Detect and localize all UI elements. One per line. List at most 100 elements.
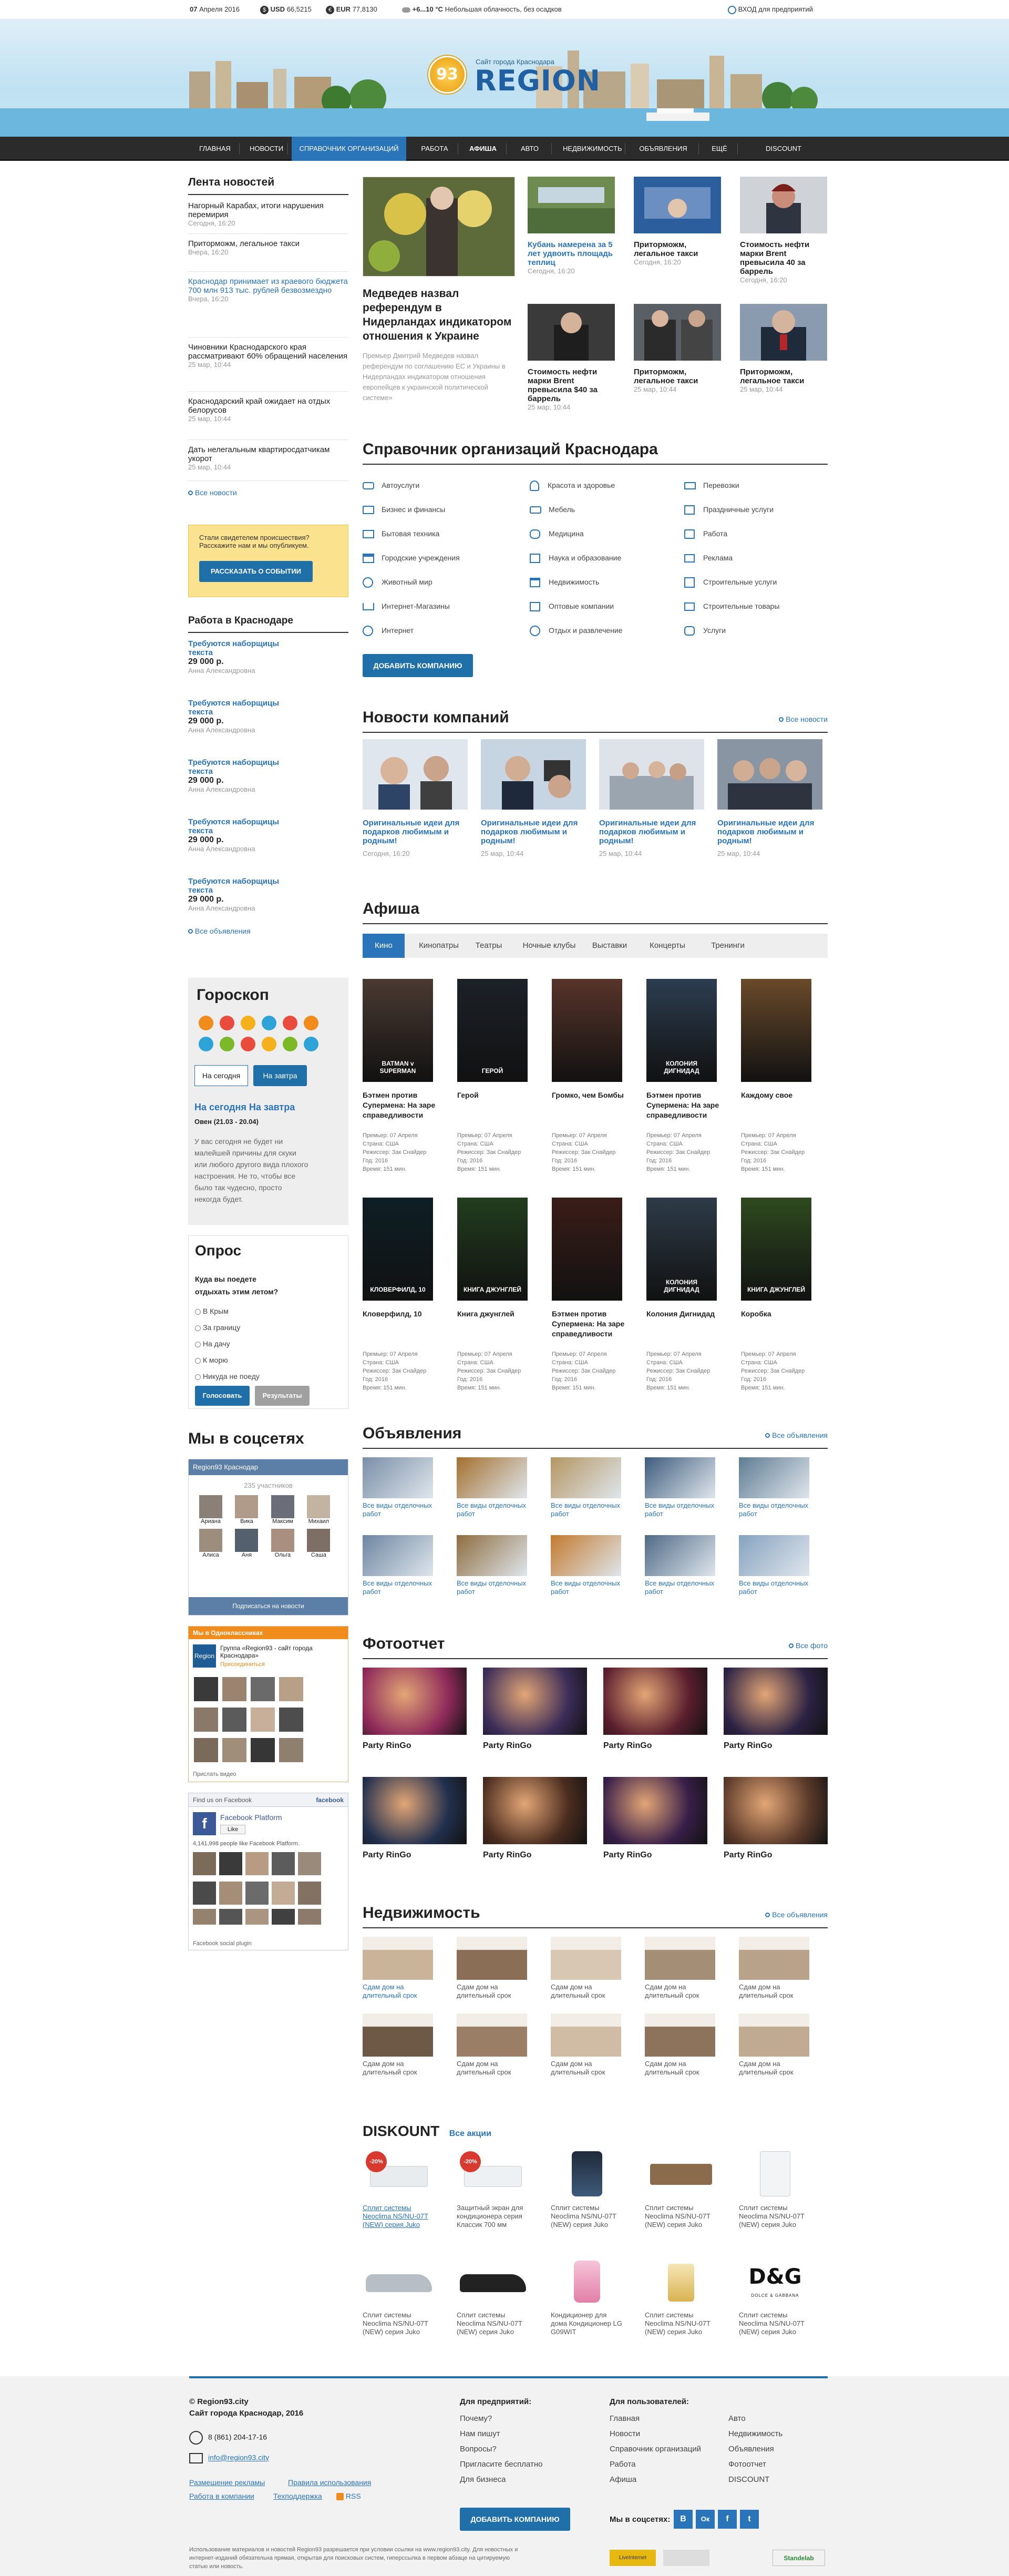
movie-card[interactable]: КНИГА ДЖУНГЛЕЙ Коробка Премьер: 07 Апреля С…: [741, 1198, 819, 1392]
news-card[interactable]: Приторможм, легальное такси Сегодня, 16:…: [634, 177, 721, 266]
photo-card[interactable]: Party RinGo: [724, 1777, 828, 1860]
ad-card[interactable]: Все виды отделочных работ: [457, 1535, 527, 1596]
realty-card[interactable]: Сдам дом на длительный срок: [363, 1937, 433, 2000]
afisha-tab[interactable]: Выставки: [583, 934, 636, 958]
footer-link[interactable]: Нам пишут: [460, 2426, 542, 2441]
zodiac-icons-grid[interactable]: [194, 1014, 347, 1055]
movie-poster[interactable]: ГЕРОЙ: [457, 979, 528, 1082]
footer-rss[interactable]: RSS: [336, 2492, 361, 2501]
ad-card[interactable]: Все виды отделочных работ: [739, 1457, 809, 1518]
footer-partner-logo[interactable]: Standelab: [773, 2550, 825, 2566]
ok-icon[interactable]: Ок: [696, 2510, 715, 2529]
footer-email[interactable]: info@region93.city: [189, 2453, 269, 2463]
photo-card[interactable]: Party RinGo: [603, 1668, 707, 1751]
vk-icon[interactable]: В: [674, 2510, 693, 2529]
ok-group-name[interactable]: Группа «Region93 - сайт города Краснодар…: [220, 1644, 341, 1659]
footer-link[interactable]: Работа: [610, 2457, 701, 2472]
vk-group-name[interactable]: Region93 Краснодар: [189, 1459, 348, 1475]
twitter-icon[interactable]: t: [740, 2510, 759, 2529]
movie-title[interactable]: Колония Дигнидад: [646, 1309, 724, 1350]
footer-link[interactable]: Главная: [610, 2411, 701, 2426]
main-news[interactable]: Медведев назвал референдум в Нидерландах…: [363, 177, 516, 403]
company-news-all-link[interactable]: Все новости: [779, 715, 828, 723]
movie-card[interactable]: КЛОВЕРФИЛД, 10 Кловерфилд, 10 Премьер: 07 …: [363, 1198, 440, 1392]
discount-card[interactable]: D&G DOLCE & GABBANA Сплит системы Neoclima…: [739, 2255, 811, 2336]
vk-member[interactable]: Михаил: [302, 1495, 335, 1525]
directory-item[interactable]: Красота и здоровье: [530, 473, 682, 497]
footer-link[interactable]: Пригласите бесплатно: [460, 2457, 542, 2472]
all-jobs-link[interactable]: Все объявления: [188, 927, 348, 935]
movie-poster[interactable]: [552, 979, 622, 1082]
footer-link[interactable]: Недвижимость: [728, 2426, 783, 2441]
fb-like-button[interactable]: Like: [220, 1825, 245, 1834]
photo-card[interactable]: Party RinGo: [483, 1777, 587, 1860]
vk-member[interactable]: Максим: [266, 1495, 300, 1525]
movie-card[interactable]: BATMAN v SUPERMAN Бэтмен против Супермена…: [363, 979, 440, 1173]
footer-link[interactable]: Фотоотчет: [728, 2457, 783, 2472]
realty-card[interactable]: Сдам дом на длительный срок: [645, 2013, 715, 2077]
directory-item[interactable]: Интернет-Магазины: [363, 594, 520, 618]
job-item[interactable]: Требуются наборщицы текста 29 000 р. Анн…: [188, 639, 348, 699]
nav-jobs[interactable]: РАБОТА: [413, 137, 457, 161]
news-card[interactable]: Приторможм, легальное такси 25 мар, 10:4…: [740, 304, 827, 393]
photo-card[interactable]: Party RinGo: [363, 1777, 467, 1860]
ad-card[interactable]: Все виды отделочных работ: [645, 1457, 715, 1518]
horoscope-tab-tomorrow[interactable]: На завтра: [253, 1065, 307, 1086]
discount-all-link[interactable]: Все акции: [449, 2129, 491, 2138]
directory-item[interactable]: Отдых и развлечение: [530, 618, 682, 642]
footer-link[interactable]: Справочник организаций: [610, 2441, 701, 2457]
realty-card[interactable]: Сдам дом на длительный срок: [739, 2013, 809, 2077]
ok-join-link[interactable]: Присоединиться: [220, 1661, 265, 1668]
realty-card[interactable]: Сдам дом на длительный срок: [551, 1937, 621, 2000]
vk-member[interactable]: Саша: [302, 1529, 335, 1558]
vk-subscribe-button[interactable]: Подписаться на новости: [189, 1597, 348, 1615]
ok-group-logo[interactable]: Region: [193, 1644, 216, 1668]
movie-title[interactable]: Бэтмен против Супермена: На заре справед…: [363, 1090, 440, 1131]
movie-poster[interactable]: КНИГА ДЖУНГЛЕЙ: [457, 1198, 528, 1301]
poll-option[interactable]: К морю: [195, 1352, 260, 1368]
realty-card[interactable]: Сдам дом на длительный срок: [457, 1937, 527, 2000]
footer-link[interactable]: Вопросы?: [460, 2441, 542, 2457]
vk-member[interactable]: Аня: [230, 1529, 263, 1558]
ad-card[interactable]: Все виды отделочных работ: [551, 1535, 621, 1596]
fb-fan-avatars[interactable]: [193, 1852, 345, 1931]
nav-more[interactable]: ЕЩЁ: [703, 137, 736, 161]
footer-link[interactable]: Объявления: [728, 2441, 783, 2457]
directory-item[interactable]: Услуги: [684, 618, 826, 642]
movie-card[interactable]: КНИГА ДЖУНГЛЕЙ Книга джунглей Премьер: 07 …: [457, 1198, 535, 1392]
job-item[interactable]: Требуются наборщицы текста 29 000 р. Анн…: [188, 758, 348, 817]
news-feed-item[interactable]: Краснодар принимает из краевого бюджета …: [188, 277, 348, 338]
footer-link[interactable]: Афиша: [610, 2472, 701, 2487]
discount-card[interactable]: Сплит системы Neoclima NS/NU-07T (NEW) с…: [551, 2148, 623, 2229]
results-button[interactable]: Результаты: [255, 1386, 310, 1406]
afisha-tab-cinema[interactable]: Кино: [363, 934, 405, 958]
photo-card[interactable]: Party RinGo: [603, 1777, 707, 1860]
realty-card[interactable]: Сдам дом на длительный срок: [363, 2013, 433, 2077]
footer-add-company-button[interactable]: ДОБАВИТЬ КОМПАНИЮ: [460, 2508, 570, 2531]
logo-badge[interactable]: 93: [428, 56, 466, 94]
news-feed-item[interactable]: Приторможм, легальное такси Вчера, 16:20: [188, 239, 348, 272]
afisha-tab[interactable]: Ночные клубы: [515, 934, 583, 958]
footer-link-careers[interactable]: Работа в компании: [189, 2492, 254, 2500]
nav-directory[interactable]: СПРАВОЧНИК ОРГАНИЗАЦИЙ: [292, 137, 406, 161]
footer-phone[interactable]: 8 (861) 204-17-16: [189, 2431, 267, 2445]
directory-item[interactable]: Недвижимость: [530, 570, 682, 594]
directory-item[interactable]: Строительные услуги: [684, 570, 826, 594]
horoscope-sign-link[interactable]: На сегодня На завтра: [194, 1102, 295, 1113]
movie-poster[interactable]: BATMAN v SUPERMAN: [363, 979, 433, 1082]
afisha-tab[interactable]: Театры: [468, 934, 510, 958]
movie-title[interactable]: Герой: [457, 1090, 535, 1131]
ad-card[interactable]: Все виды отделочных работ: [457, 1457, 527, 1518]
afisha-tab[interactable]: Кинопатры: [410, 934, 468, 958]
directory-item[interactable]: Автоуслуги: [363, 473, 520, 497]
nav-home[interactable]: ГЛАВНАЯ: [192, 137, 238, 161]
realty-all-link[interactable]: Все объявления: [765, 1910, 828, 1919]
poll-option[interactable]: На дачу: [195, 1336, 260, 1352]
vk-member[interactable]: Ариана: [194, 1495, 228, 1525]
main-news-title[interactable]: Медведев назвал референдум в Нидерландах…: [363, 287, 515, 343]
realty-card[interactable]: Сдам дом на длительный срок: [551, 2013, 621, 2077]
horoscope-tab-today[interactable]: На сегодня: [194, 1065, 248, 1086]
movie-poster[interactable]: КНИГА ДЖУНГЛЕЙ: [741, 1198, 811, 1301]
movie-card[interactable]: ГЕРОЙ Герой Премьер: 07 Апреля Страна: США Р…: [457, 979, 535, 1173]
afisha-tab[interactable]: Концерты: [641, 934, 694, 958]
